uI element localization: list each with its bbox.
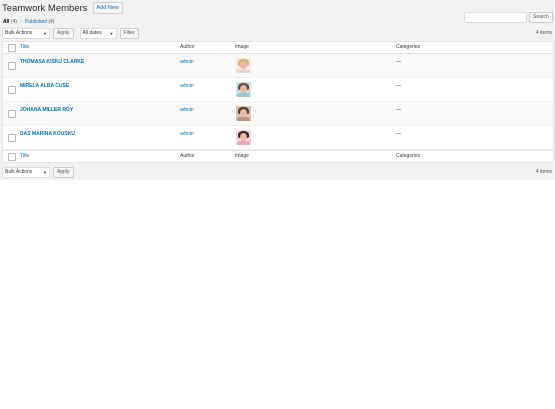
members-table: Title Author Image Categories THOMASA KI… (2, 41, 554, 163)
select-all-checkbox-footer[interactable] (8, 153, 16, 161)
row-checkbox[interactable] (8, 62, 16, 70)
table-row: THOMASA KISKU CLARKE admin — (3, 54, 553, 78)
row-checkbox[interactable] (8, 86, 16, 94)
dates-select[interactable]: All dates ▼ (79, 28, 117, 39)
chevron-down-icon: ▼ (109, 31, 114, 36)
items-count-bottom: 4 items (535, 169, 552, 175)
author-link[interactable]: admin (180, 107, 194, 113)
dates-label: All dates (82, 30, 102, 36)
column-categories-footer: Categories (396, 153, 421, 159)
row-checkbox[interactable] (8, 110, 16, 118)
categories-value: — (396, 131, 401, 137)
view-all-link[interactable]: All (4) (3, 19, 17, 25)
bulk-actions-select[interactable]: Bulk Actions ▼ (2, 28, 50, 39)
tablenav-top: Bulk Actions ▼ Apply All dates ▼ Filter (2, 28, 139, 39)
author-link[interactable]: admin (180, 83, 194, 89)
page-title: Teamwork Members (2, 2, 88, 14)
view-published-link[interactable]: Published (4) (25, 19, 54, 25)
member-thumbnail[interactable] (236, 82, 251, 97)
apply-button-bottom[interactable]: Apply (53, 167, 74, 178)
view-filters: All (4) | Published (4) (3, 19, 54, 25)
column-author-header: Author (180, 44, 195, 50)
table-row: JOHANA MILLER ROY admin — (3, 102, 553, 126)
member-title-link[interactable]: MIRELA ALBA CUSE (20, 83, 69, 89)
table-row: DAS MARINA KOUSKU admin — (3, 126, 553, 150)
member-thumbnail[interactable] (236, 58, 251, 73)
tablenav-bottom: Bulk Actions ▼ Apply (2, 167, 74, 178)
column-image-footer: Image (235, 153, 249, 159)
add-new-button[interactable]: Add New (92, 2, 123, 14)
thumbnail-body (237, 93, 250, 97)
table-footer-row: Title Author Image Categories (3, 150, 553, 162)
categories-value: — (396, 107, 401, 113)
column-title-footer[interactable]: Title (20, 153, 29, 159)
chevron-down-icon: ▼ (43, 170, 47, 175)
categories-value: — (396, 59, 401, 65)
bulk-actions-label: Bulk Actions (5, 169, 33, 175)
page-header: Teamwork Members Add New (2, 1, 123, 15)
items-count-top: 4 items (535, 30, 552, 36)
author-link[interactable]: admin (180, 131, 194, 137)
column-author-footer: Author (180, 153, 195, 159)
thumbnail-face (240, 61, 247, 69)
thumbnail-body (237, 117, 250, 121)
search-button[interactable]: Search (529, 12, 553, 23)
view-separator: | (20, 19, 22, 25)
thumbnail-face (240, 133, 247, 141)
thumbnail-face (240, 109, 247, 117)
apply-button[interactable]: Apply (53, 28, 74, 39)
thumbnail-body (237, 141, 250, 145)
table-row: MIRELA ALBA CUSE admin — (3, 78, 553, 102)
member-thumbnail[interactable] (236, 106, 251, 121)
column-image-header: Image (235, 44, 249, 50)
select-all-checkbox[interactable] (8, 44, 16, 52)
thumbnail-face (240, 85, 247, 93)
search-box: Search (464, 12, 553, 23)
column-title-header[interactable]: Title (20, 44, 29, 50)
table-header-row: Title Author Image Categories (3, 42, 553, 54)
author-link[interactable]: admin (180, 59, 194, 65)
filter-button[interactable]: Filter (119, 28, 139, 39)
admin-content: Teamwork Members Add New All (4) | Publi… (0, 0, 555, 180)
member-title-link[interactable]: DAS MARINA KOUSKU (20, 131, 75, 137)
chevron-down-icon: ▼ (43, 31, 47, 36)
member-title-link[interactable]: THOMASA KISKU CLARKE (20, 59, 84, 65)
bulk-actions-label: Bulk Actions (5, 30, 33, 36)
bulk-actions-select-bottom[interactable]: Bulk Actions ▼ (2, 167, 50, 178)
categories-value: — (396, 83, 401, 89)
search-input[interactable] (464, 12, 527, 23)
member-thumbnail[interactable] (236, 130, 251, 145)
member-title-link[interactable]: JOHANA MILLER ROY (20, 107, 73, 113)
row-checkbox[interactable] (8, 134, 16, 142)
thumbnail-body (237, 69, 250, 73)
column-categories-header: Categories (396, 44, 421, 50)
